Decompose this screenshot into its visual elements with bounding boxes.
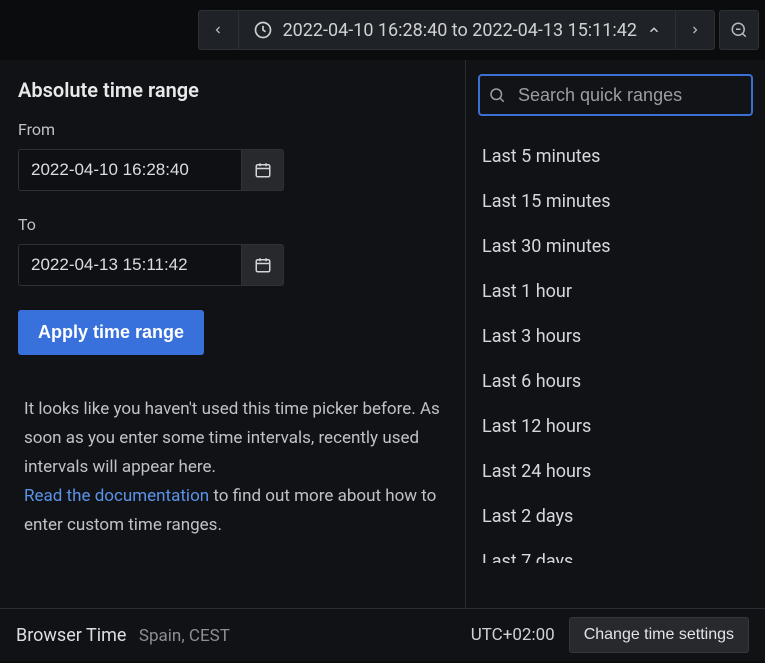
time-range-text: 2022-04-10 16:28:40 to 2022-04-13 15:11:…: [283, 20, 637, 41]
quick-range-item[interactable]: Last 5 minutes: [478, 134, 753, 179]
absolute-range-title: Absolute time range: [18, 78, 447, 102]
to-label: To: [18, 215, 447, 234]
quick-range-item[interactable]: Last 24 hours: [478, 449, 753, 494]
quick-range-item[interactable]: Last 3 hours: [478, 314, 753, 359]
from-calendar-button[interactable]: [242, 149, 284, 191]
search-icon: [488, 86, 506, 104]
from-label: From: [18, 120, 447, 139]
clock-icon: [253, 20, 273, 40]
change-time-settings-button[interactable]: Change time settings: [569, 617, 749, 653]
quick-ranges-list: Last 5 minutes Last 15 minutes Last 30 m…: [478, 134, 753, 608]
chevron-right-icon: [689, 24, 701, 36]
timezone-name: Spain, CEST: [139, 626, 230, 646]
chevron-up-icon: [647, 23, 661, 37]
read-docs-link[interactable]: Read the documentation: [24, 486, 209, 506]
quick-range-item[interactable]: Last 12 hours: [478, 404, 753, 449]
quick-range-item[interactable]: Last 6 hours: [478, 359, 753, 404]
browser-time-label: Browser Time Spain, CEST: [16, 625, 230, 646]
quick-range-item[interactable]: Last 7 days: [478, 539, 753, 563]
chevron-left-icon: [212, 24, 224, 36]
quick-range-item[interactable]: Last 15 minutes: [478, 179, 753, 224]
quick-range-item[interactable]: Last 30 minutes: [478, 224, 753, 269]
to-calendar-button[interactable]: [242, 244, 284, 286]
utc-offset: UTC+02:00: [471, 625, 555, 645]
search-quick-ranges-input[interactable]: [478, 74, 753, 116]
quick-range-item[interactable]: Last 1 hour: [478, 269, 753, 314]
recent-hint-text: It looks like you haven't used this time…: [18, 395, 447, 539]
from-input[interactable]: [18, 149, 242, 191]
apply-time-range-button[interactable]: Apply time range: [18, 310, 204, 355]
calendar-icon: [254, 256, 272, 274]
to-input[interactable]: [18, 244, 242, 286]
prev-range-button[interactable]: [198, 10, 238, 50]
quick-range-item[interactable]: Last 2 days: [478, 494, 753, 539]
zoom-out-button[interactable]: [719, 10, 759, 50]
next-range-button[interactable]: [675, 10, 715, 50]
zoom-out-icon: [730, 21, 748, 39]
time-range-picker-button[interactable]: 2022-04-10 16:28:40 to 2022-04-13 15:11:…: [238, 10, 675, 50]
calendar-icon: [254, 161, 272, 179]
